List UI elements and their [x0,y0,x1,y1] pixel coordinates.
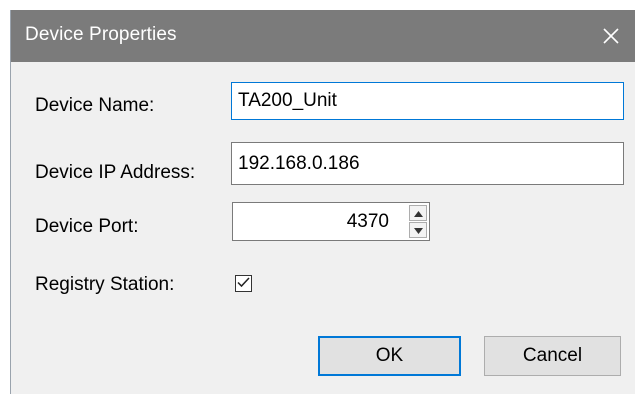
spin-up-button[interactable] [409,205,427,221]
ok-button[interactable]: OK [318,336,461,376]
device-port-input[interactable] [233,203,393,240]
device-port-label: Device Port: [35,216,139,237]
device-name-input[interactable] [231,82,624,120]
device-ip-input[interactable] [231,142,624,185]
arrow-up-icon [413,204,423,222]
window-title: Device Properties [25,24,177,45]
spin-down-button[interactable] [409,222,427,238]
device-properties-dialog: Device Properties Device Name: Device IP… [10,10,635,394]
close-icon [602,27,620,45]
port-spinner [409,205,427,238]
device-ip-label: Device IP Address: [35,162,196,183]
registry-station-label: Registry Station: [35,274,175,295]
device-port-stepper [232,202,430,241]
device-name-label: Device Name: [35,95,155,116]
arrow-down-icon [413,221,423,239]
page: Device Properties Device Name: Device IP… [0,0,635,394]
checkmark-icon [237,275,250,293]
cancel-button[interactable]: Cancel [484,336,621,376]
registry-station-checkbox[interactable] [235,275,252,292]
close-button[interactable] [587,10,635,62]
title-bar[interactable]: Device Properties [11,10,635,62]
